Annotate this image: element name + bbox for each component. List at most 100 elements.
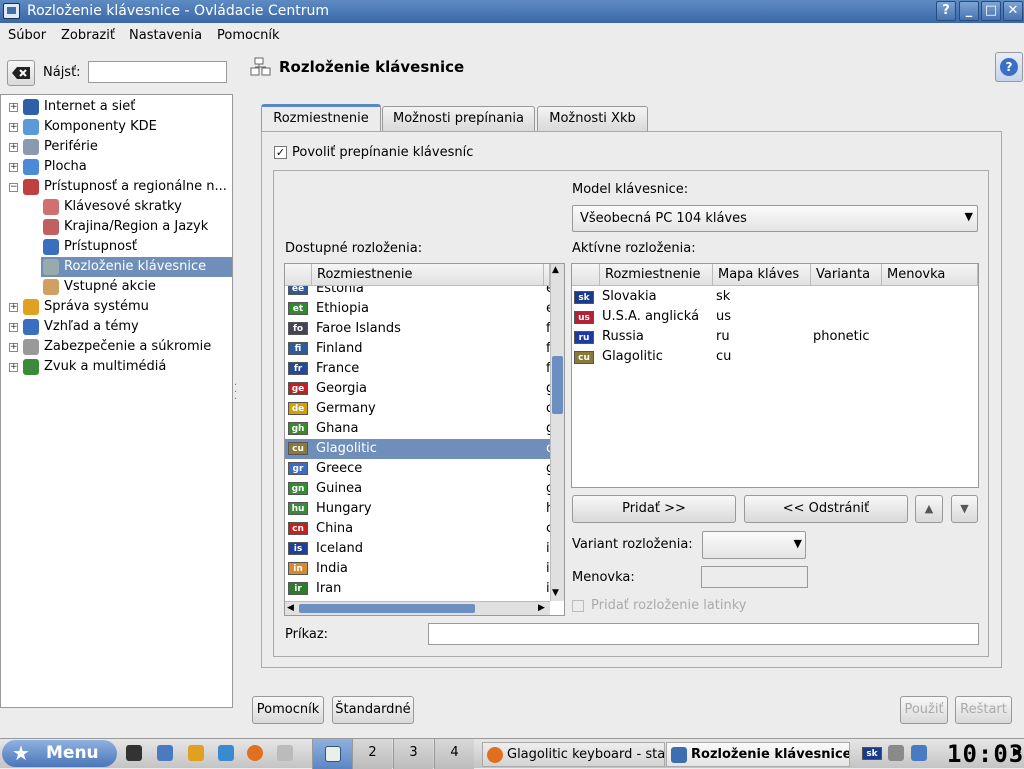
expand-icon[interactable]: +	[9, 143, 18, 152]
desktop-3[interactable]: 3	[393, 739, 433, 769]
remove-layout-button[interactable]: << Odstrániť	[744, 495, 908, 523]
available-row[interactable]: in India i	[285, 559, 550, 579]
menu-pomocnik[interactable]: Pomocník	[217, 28, 279, 43]
available-row[interactable]: fiFinlandf	[285, 339, 550, 359]
network-icon[interactable]	[218, 745, 234, 761]
apply-button[interactable]: Použiť	[900, 696, 948, 724]
available-row[interactable]: huHungaryh	[285, 499, 550, 519]
tree-item[interactable]: Klávesové skratky	[1, 197, 232, 217]
expand-icon[interactable]: +	[9, 343, 18, 352]
tree-item[interactable]: Krajina/Region a Jazyk	[1, 217, 232, 237]
active-row[interactable]: ru Russia ru phonetic	[572, 327, 978, 347]
available-row[interactable]: cuGlagoliticc	[285, 439, 550, 459]
available-row[interactable]: gnGuineag	[285, 479, 550, 499]
menu-subor[interactable]: Súbor	[8, 28, 46, 43]
tree-item[interactable]: + Vzhľad a témy	[1, 317, 232, 337]
move-down-button[interactable]: ▼	[951, 495, 978, 523]
tree-item[interactable]: + Periférie	[1, 137, 232, 157]
expand-icon[interactable]: +	[9, 363, 18, 372]
variant-select[interactable]: ▼	[702, 531, 806, 559]
clipboard-tray-icon[interactable]	[911, 745, 927, 761]
model-select[interactable]: Všeobecná PC 104 kláves ▼	[572, 205, 978, 232]
minimize-button[interactable]: _	[959, 1, 979, 21]
menovka-input[interactable]	[701, 566, 808, 588]
clear-search-button[interactable]	[7, 60, 35, 86]
available-list[interactable]: Rozmiestnenie eeEstoniaeetEthiopiaefoFar…	[284, 263, 565, 616]
tree-item[interactable]: Vstupné akcie	[1, 277, 232, 297]
active-list[interactable]: Rozmiestnenie Mapa kláves Varianta Menov…	[571, 263, 979, 488]
available-row[interactable]: foFaroe Islandsf	[285, 319, 550, 339]
tab-rozmiestnenie[interactable]: Rozmiestnenie	[261, 104, 381, 132]
keyboard-indicator[interactable]: sk	[862, 747, 882, 760]
desktop-2[interactable]: 2	[352, 739, 392, 769]
col-rozmiestnenie[interactable]: Rozmiestnenie	[312, 264, 544, 286]
tree-item[interactable]: + Internet a sieť	[1, 97, 232, 117]
expand-icon[interactable]: +	[9, 103, 18, 112]
active-col-varianta[interactable]: Varianta	[811, 264, 882, 286]
firefox-icon[interactable]	[247, 745, 263, 761]
expand-icon[interactable]: +	[9, 303, 18, 312]
expand-icon[interactable]: +	[9, 163, 18, 172]
command-input[interactable]	[428, 623, 979, 645]
active-row[interactable]: cu Glagolitic cu	[572, 347, 978, 367]
scroll-down-icon[interactable]: ▼	[552, 588, 559, 598]
active-col-rozmiestnenie[interactable]: Rozmiestnenie	[600, 264, 713, 286]
control-center-icon[interactable]	[277, 745, 293, 761]
start-menu-button[interactable]: ★ Menu	[2, 740, 117, 767]
tab-moznosti-xkb[interactable]: Možnosti Xkb	[537, 106, 648, 132]
available-row[interactable]: ghGhanag	[285, 419, 550, 439]
expand-icon[interactable]: +	[9, 123, 18, 132]
tray-expand-icon[interactable]: ▶	[1013, 745, 1021, 758]
expand-icon[interactable]: +	[9, 323, 18, 332]
tree-item[interactable]: + Plocha	[1, 157, 232, 177]
available-row[interactable]: is Iceland i	[285, 539, 550, 559]
available-row[interactable]: grGreeceg	[285, 459, 550, 479]
enable-switch-checkbox[interactable]: ✓	[274, 146, 287, 159]
active-col-menovka[interactable]: Menovka	[882, 264, 978, 286]
move-up-button[interactable]: ▲	[915, 495, 943, 523]
active-col-mapa[interactable]: Mapa kláves	[713, 264, 811, 286]
desktop-1[interactable]	[312, 739, 352, 769]
horizontal-scrollbar[interactable]: ◀ ▶	[285, 601, 550, 615]
tree-item[interactable]: + Správa systému	[1, 297, 232, 317]
tree-item[interactable]: + Komponenty KDE	[1, 117, 232, 137]
help-button[interactable]: Pomocník	[252, 696, 324, 724]
scroll-left-icon[interactable]: ◀	[287, 603, 294, 613]
app-icon[interactable]	[3, 3, 20, 19]
flag-col-header[interactable]	[285, 264, 312, 286]
tree-item[interactable]: − Prístupnosť a regionálne n...	[1, 177, 232, 197]
collapse-icon[interactable]: −	[9, 183, 18, 192]
available-row[interactable]: geGeorgiag	[285, 379, 550, 399]
latin-checkbox[interactable]	[572, 600, 584, 612]
kde-app-icon[interactable]	[188, 745, 204, 761]
menu-zobrazit[interactable]: Zobraziť	[61, 28, 115, 43]
desktop-4[interactable]: 4	[434, 739, 474, 769]
hscroll-thumb[interactable]	[299, 604, 475, 613]
tree-item[interactable]: + Zvuk a multimédiá	[1, 357, 232, 377]
active-flag-col[interactable]	[572, 264, 600, 286]
available-row[interactable]: cnChinac	[285, 519, 550, 539]
help-window-button[interactable]: ?	[936, 1, 956, 21]
search-input[interactable]	[88, 61, 227, 83]
tree-item[interactable]: Rozloženie klávesnice	[41, 257, 232, 277]
available-row[interactable]: deGermanyd	[285, 399, 550, 419]
file-manager-icon[interactable]	[157, 745, 173, 761]
task-firefox[interactable]: Glagolitic keyboard - sta	[482, 742, 665, 767]
module-tree[interactable]: + Internet a sieť + Komponenty KDE + Periféri…	[0, 94, 233, 708]
whats-this-button[interactable]: ?	[995, 52, 1023, 82]
tree-item[interactable]: + Zabezpečenie a súkromie	[1, 337, 232, 357]
reset-button[interactable]: Reštart	[955, 696, 1012, 724]
menu-nastavenia[interactable]: Nastavenia	[129, 28, 202, 43]
tab-moznosti-prepinania[interactable]: Možnosti prepínania	[382, 106, 535, 132]
close-button[interactable]: ✕	[1003, 1, 1023, 21]
scroll-up-icon[interactable]: ▲	[552, 265, 559, 275]
scroll-thumb[interactable]	[552, 356, 563, 414]
defaults-button[interactable]: Štandardné	[332, 696, 414, 724]
vertical-scrollbar[interactable]: ▲ ▼	[550, 264, 564, 601]
available-row[interactable]: ir Iran i	[285, 579, 550, 599]
active-row[interactable]: sk Slovakia sk	[572, 287, 978, 307]
scroll-right-icon[interactable]: ▶	[538, 603, 545, 613]
splitter-handle[interactable]: · · ·	[234, 381, 238, 406]
maximize-button[interactable]: □	[981, 1, 1001, 21]
terminal-icon[interactable]	[126, 745, 142, 761]
